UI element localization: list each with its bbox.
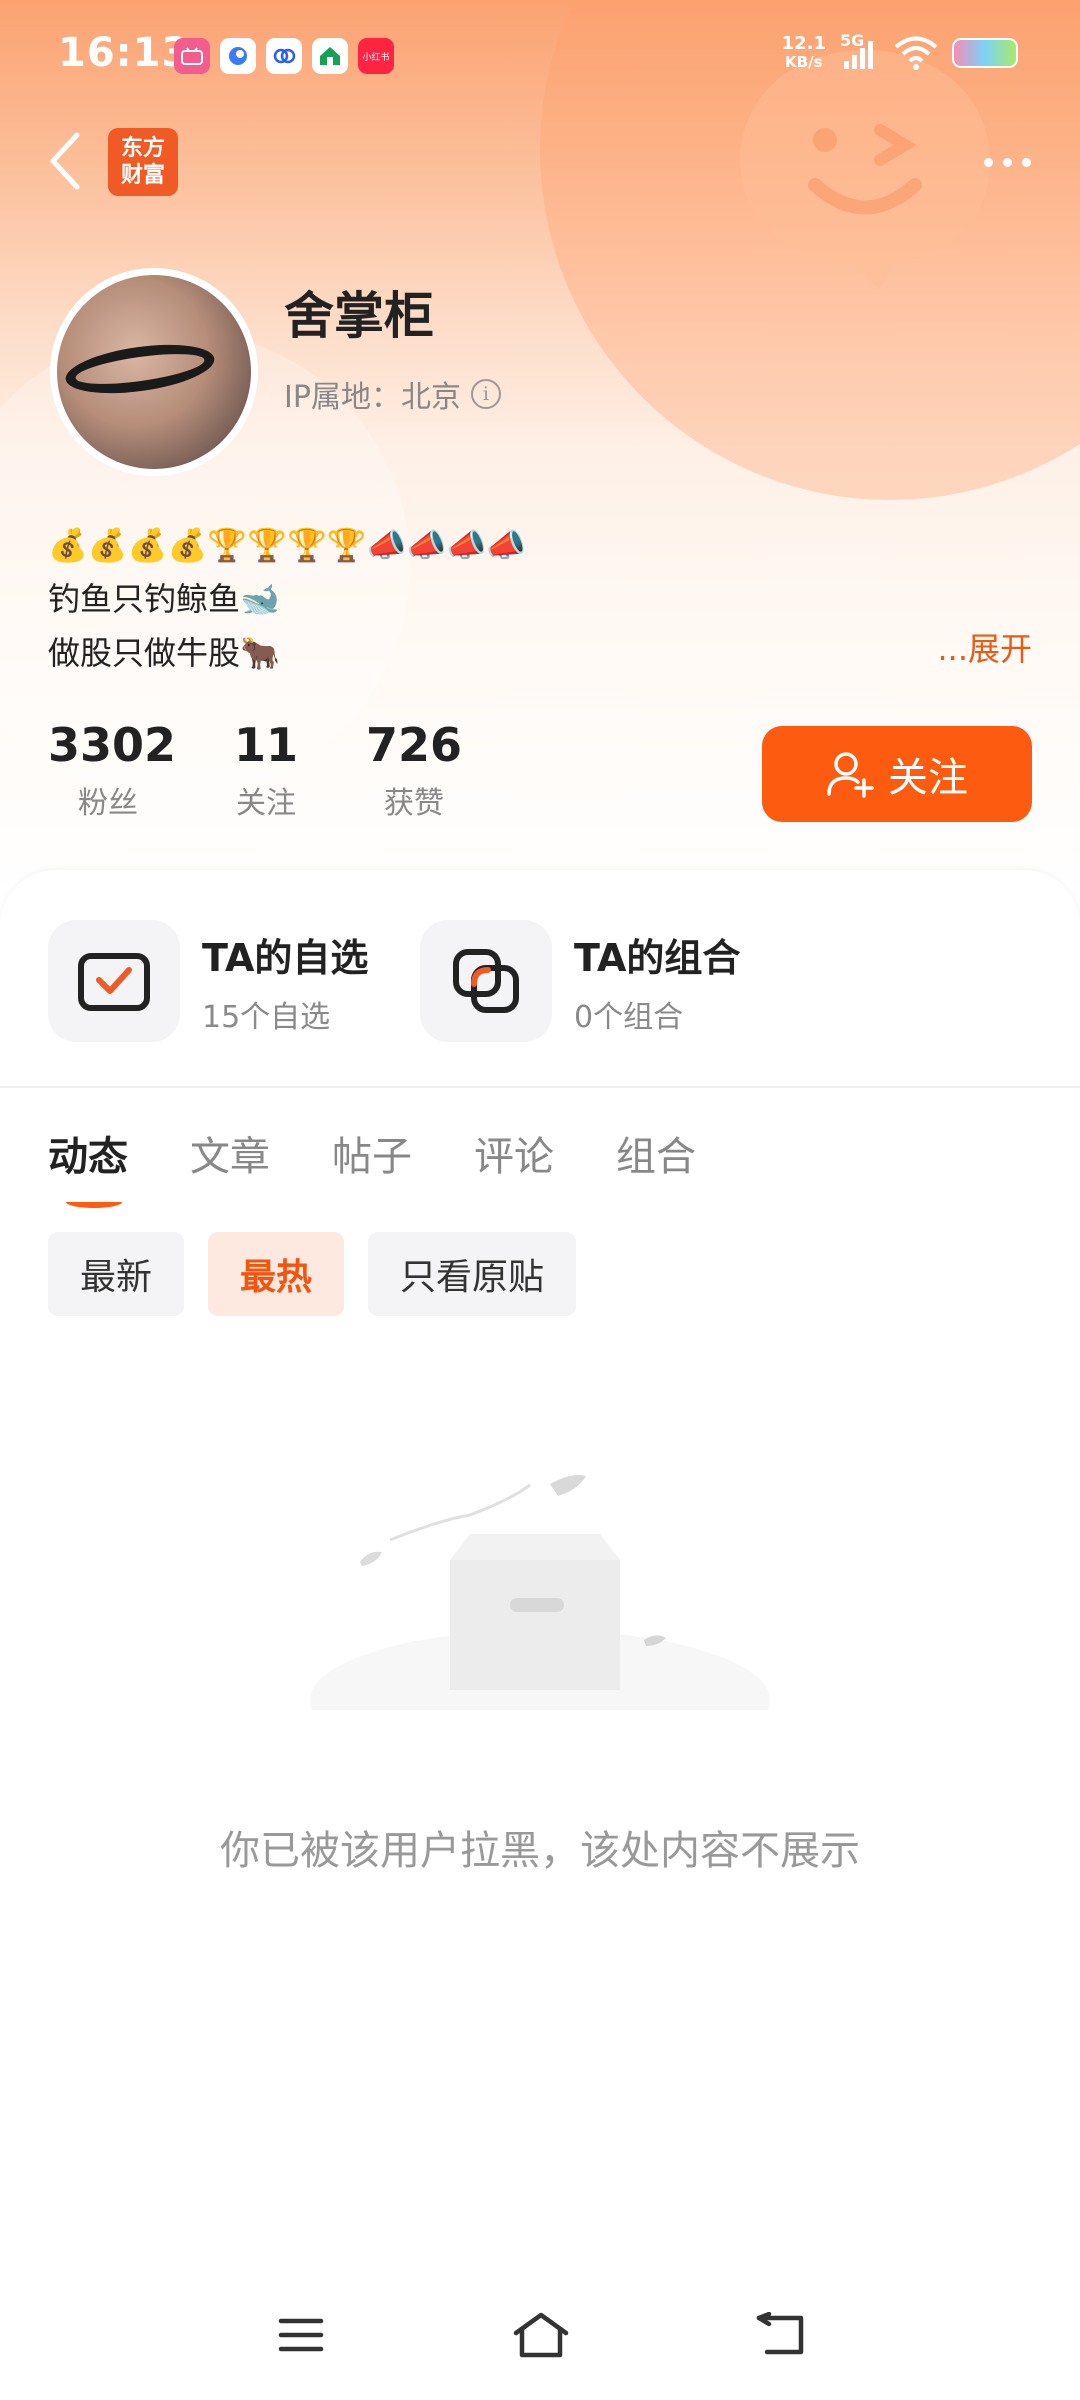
xiaohongshu-app-icon: 小红书 xyxy=(358,38,394,74)
status-indicators: 12.1 KB/s 5G xyxy=(781,31,1018,72)
circle-app-icon xyxy=(266,38,302,74)
divider xyxy=(0,1086,1080,1088)
watchlist-count: 15个自选 xyxy=(202,999,331,1035)
tab-posts[interactable]: 帖子 xyxy=(332,1124,412,1182)
watchlist-entry[interactable]: TA的自选 15个自选 xyxy=(48,920,420,1042)
bio-line: 做股只做牛股🐂 xyxy=(48,634,280,672)
combination-entry[interactable]: TA的组合 0个组合 xyxy=(420,920,792,1042)
stat-following[interactable]: 11 关注 xyxy=(216,718,316,822)
wifi-icon xyxy=(894,36,938,70)
back-button[interactable] xyxy=(40,128,90,194)
recent-apps-button[interactable] xyxy=(266,2300,336,2370)
content-card: TA的自选 15个自选 TA的组合 0个组合 动态 文章 帖子 评论 组合 最新… xyxy=(0,870,1080,2400)
filter-latest[interactable]: 最新 xyxy=(48,1232,185,1316)
more-dot-icon xyxy=(983,157,993,167)
follow-button-label: 关注 xyxy=(888,755,968,801)
stat-label: 获赞 xyxy=(384,786,444,821)
content-tabs: 动态 文章 帖子 评论 组合 xyxy=(48,1124,758,1208)
stat-label: 粉丝 xyxy=(78,786,138,821)
combination-icon xyxy=(453,949,519,1013)
bilibili-app-icon xyxy=(174,38,210,74)
stat-likes[interactable]: 726 获赞 xyxy=(364,718,464,822)
info-icon[interactable]: i xyxy=(470,379,501,409)
empty-message: 你已被该用户拉黑，该处内容不展示 xyxy=(220,1828,860,1874)
checkbox-icon xyxy=(78,953,150,1011)
blue-app-icon xyxy=(220,38,256,74)
post-filters: 最新 最热 只看原贴 xyxy=(48,1232,577,1316)
battery-icon xyxy=(952,38,1018,68)
system-navigation-bar xyxy=(0,2290,1080,2380)
more-dot-icon xyxy=(1021,157,1031,167)
tab-articles[interactable]: 文章 xyxy=(190,1124,270,1182)
combination-title: TA的组合 xyxy=(574,935,741,980)
signal-icon: 5G xyxy=(840,31,880,71)
user-avatar[interactable] xyxy=(50,268,258,476)
user-bio: 💰💰💰💰🏆🏆🏆🏆📣📣📣📣 钓鱼只钓鲸鱼🐋 做股只做牛股🐂 xyxy=(48,518,526,680)
more-options-button[interactable] xyxy=(972,140,1042,184)
stat-value: 11 xyxy=(233,718,298,772)
filter-original-only[interactable]: 只看原贴 xyxy=(368,1232,577,1316)
tab-combinations[interactable]: 组合 xyxy=(616,1124,696,1182)
username: 舍掌柜 xyxy=(284,287,434,345)
stat-value: 3302 xyxy=(48,718,177,772)
empty-box-illustration xyxy=(310,1475,770,1710)
bio-line: 💰💰💰💰🏆🏆🏆🏆📣📣📣📣 xyxy=(48,526,527,564)
add-user-icon xyxy=(827,752,874,798)
house-app-icon xyxy=(312,38,348,74)
stat-followers[interactable]: 3302 粉丝 xyxy=(48,718,177,822)
status-time: 16:13 xyxy=(58,30,191,76)
ip-location-text: IP属地：北京 xyxy=(284,380,461,415)
status-bar: 16:13 小红书 12.1 KB/s 5G xyxy=(0,0,1080,110)
combination-count: 0个组合 xyxy=(574,999,684,1035)
tab-dynamics[interactable]: 动态 xyxy=(48,1124,128,1208)
more-dot-icon xyxy=(1002,157,1012,167)
stat-label: 关注 xyxy=(236,786,296,821)
bio-line: 钓鱼只钓鲸鱼🐋 xyxy=(48,580,280,618)
portfolio-row: TA的自选 15个自选 TA的组合 0个组合 xyxy=(48,920,792,1042)
ip-location: IP属地：北京 i xyxy=(284,372,501,416)
home-icon xyxy=(513,2312,569,2358)
back-nav-button[interactable] xyxy=(746,2300,816,2370)
return-icon xyxy=(756,2312,804,2355)
watchlist-icon-box xyxy=(48,920,180,1042)
combination-icon-box xyxy=(420,920,552,1042)
follow-button[interactable]: 关注 xyxy=(762,726,1032,822)
home-button[interactable] xyxy=(506,2300,576,2370)
notification-app-icons: 小红书 xyxy=(174,38,394,74)
menu-icon xyxy=(278,2318,324,2352)
expand-bio-link[interactable]: ...展开 xyxy=(937,624,1032,670)
stat-value: 726 xyxy=(365,718,463,772)
tab-comments[interactable]: 评论 xyxy=(474,1124,554,1182)
watchlist-title: TA的自选 xyxy=(202,935,369,980)
chevron-left-icon xyxy=(50,132,80,190)
filter-hottest[interactable]: 最热 xyxy=(208,1232,345,1316)
eastmoney-logo: 东方 财富 xyxy=(108,128,178,196)
profile-stats: 3302 粉丝 11 关注 726 获赞 xyxy=(48,718,464,822)
active-tab-indicator xyxy=(66,1196,122,1208)
network-speed: 12.1 KB/s xyxy=(781,33,826,71)
